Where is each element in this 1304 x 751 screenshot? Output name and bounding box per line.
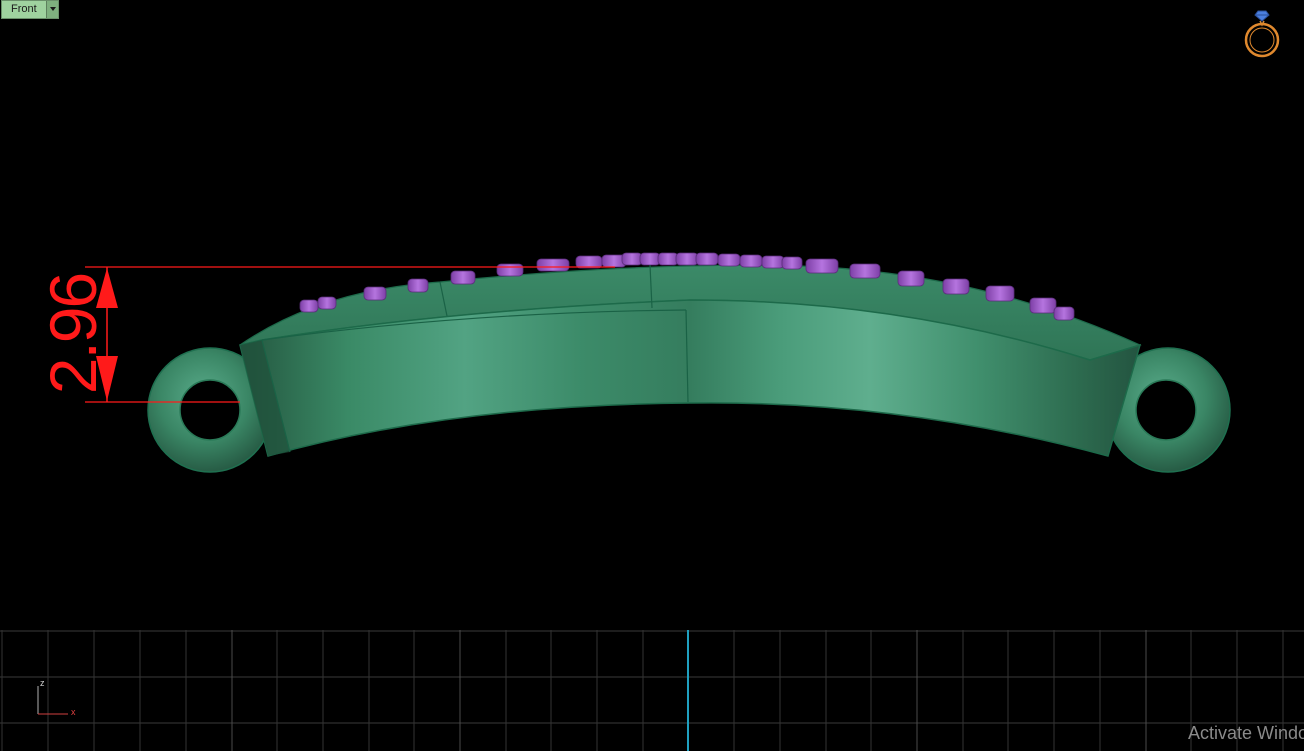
view-dropdown-icon[interactable] <box>45 1 58 18</box>
ring-icon[interactable] <box>1240 8 1284 62</box>
view-name-tab[interactable]: Front <box>1 0 59 19</box>
activation-watermark: Activate Windows <box>1188 723 1304 743</box>
axis-x-label: x <box>71 707 76 717</box>
ground-grid <box>0 630 1304 751</box>
model-scene[interactable] <box>0 0 1304 630</box>
front-viewport[interactable]: 2.96 Front z x Activate Windo <box>0 0 1304 751</box>
dimension-value: 2.96 <box>36 273 110 395</box>
view-name-label[interactable]: Front <box>2 1 46 18</box>
axis-z-label: z <box>40 678 45 688</box>
